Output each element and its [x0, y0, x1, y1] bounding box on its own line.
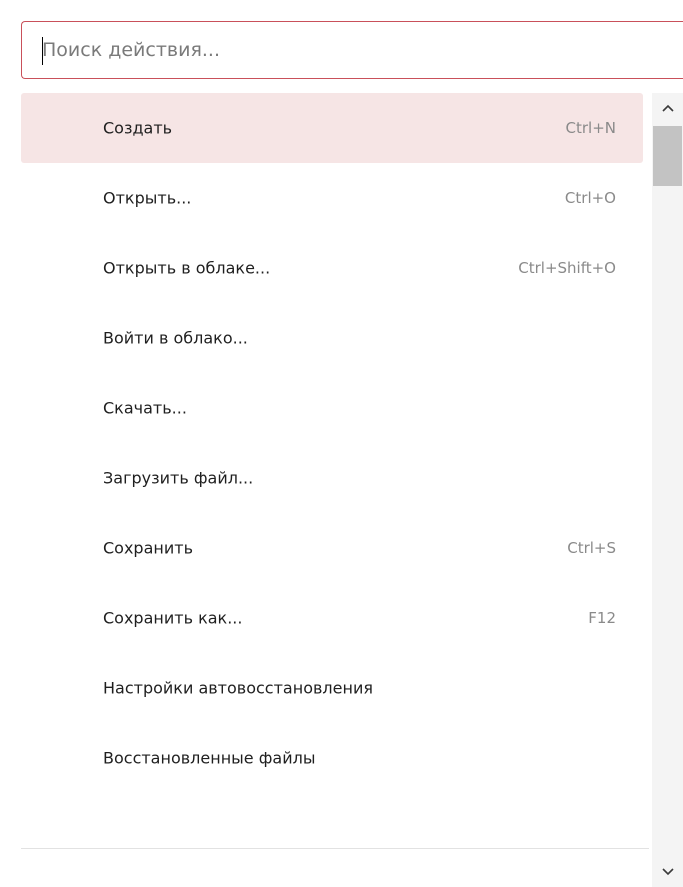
search-box[interactable] [21, 21, 683, 79]
menu-item-create[interactable]: Создать Ctrl+N [21, 93, 643, 163]
search-input[interactable] [42, 22, 642, 78]
menu-item-label: Восстановленные файлы [103, 748, 316, 768]
menu-item-label: Войти в облако... [103, 328, 248, 348]
menu-item-shortcut: Ctrl+Shift+O [518, 259, 616, 277]
menu-item-label: Настройки автовосстановления [103, 678, 373, 698]
menu-item-sign-in-cloud[interactable]: Войти в облако... [21, 303, 643, 373]
menu-item-open[interactable]: Открыть... Ctrl+O [21, 163, 643, 233]
menu-item-label: Открыть... [103, 188, 192, 208]
menu-item-shortcut: Ctrl+S [567, 539, 616, 557]
chevron-up-icon [661, 104, 674, 112]
command-palette: Создать Ctrl+N Открыть... Ctrl+O Открыть… [0, 0, 683, 887]
menu-item-open-cloud[interactable]: Открыть в облаке... Ctrl+Shift+O [21, 233, 643, 303]
menu-item-label: Сохранить как... [103, 608, 243, 628]
scroll-down-button[interactable] [652, 857, 683, 887]
menu-item-label: Создать [103, 118, 173, 138]
scroll-thumb[interactable] [653, 126, 682, 186]
menu-item-shortcut: F12 [588, 609, 616, 627]
menu-item-save[interactable]: Сохранить Ctrl+S [21, 513, 643, 583]
menu-item-label: Скачать... [103, 398, 187, 418]
menu-item-save-as[interactable]: Сохранить как... F12 [21, 583, 643, 653]
list-divider [21, 848, 649, 849]
menu-item-label: Открыть в облаке... [103, 258, 271, 278]
action-list: Создать Ctrl+N Открыть... Ctrl+O Открыть… [21, 93, 643, 793]
menu-item-shortcut: Ctrl+O [564, 189, 616, 207]
vertical-scrollbar[interactable] [652, 93, 683, 887]
menu-item-label: Загрузить файл... [103, 468, 254, 488]
menu-item-autorecover-settings[interactable]: Настройки автовосстановления [21, 653, 643, 723]
menu-item-label: Сохранить [103, 538, 193, 558]
chevron-down-icon [661, 868, 674, 876]
menu-item-download[interactable]: Скачать... [21, 373, 643, 443]
menu-item-recovered-files[interactable]: Восстановленные файлы [21, 723, 643, 793]
menu-item-shortcut: Ctrl+N [565, 119, 616, 137]
menu-item-upload-file[interactable]: Загрузить файл... [21, 443, 643, 513]
scroll-up-button[interactable] [652, 93, 683, 123]
